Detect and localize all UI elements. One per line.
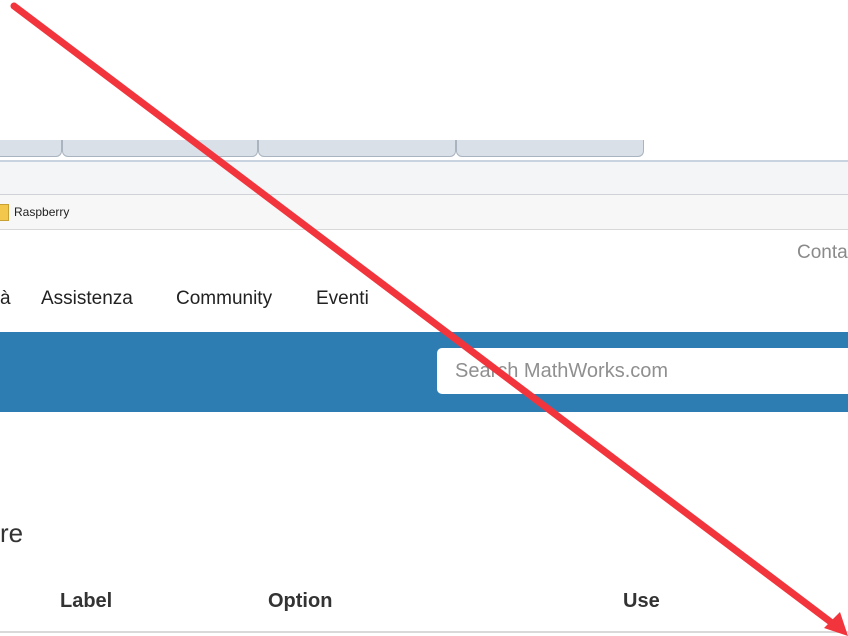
contact-link[interactable]: Conta xyxy=(797,242,848,264)
search-input[interactable] xyxy=(437,348,835,394)
browser-tab[interactable] xyxy=(258,140,456,157)
bookmarks-bar xyxy=(0,195,848,230)
folder-icon xyxy=(0,204,9,221)
nav-item-eventi[interactable]: Eventi xyxy=(316,288,369,310)
column-header-option: Option xyxy=(268,590,333,612)
browser-tab[interactable] xyxy=(456,140,644,157)
column-header-label: Label xyxy=(60,590,113,612)
table-header-rule xyxy=(0,631,848,633)
browser-tab[interactable] xyxy=(0,140,62,157)
nav-item-partial[interactable]: à xyxy=(0,288,11,310)
annotation-arrow xyxy=(10,2,848,636)
nav-item-community[interactable]: Community xyxy=(176,288,272,310)
search-box xyxy=(437,348,848,394)
column-header-use: Use xyxy=(623,590,660,612)
arrow-shaft xyxy=(10,2,840,630)
page-heading: re xyxy=(0,518,24,548)
nav-item-assistenza[interactable]: Assistenza xyxy=(41,288,133,310)
browser-tab[interactable] xyxy=(62,140,258,157)
bookmark-folder-raspberry[interactable]: Raspberry xyxy=(14,204,69,220)
browser-toolbar xyxy=(0,162,848,195)
